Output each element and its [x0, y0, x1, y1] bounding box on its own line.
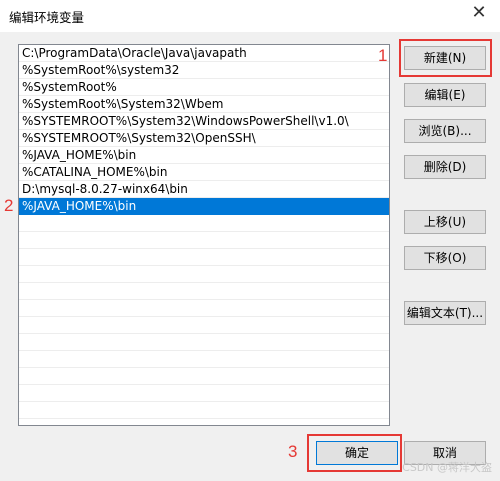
edit-text-button[interactable]: 编辑文本(T)...: [404, 301, 486, 325]
move-down-button[interactable]: 下移(O): [404, 246, 486, 270]
annotation-1: 1: [378, 46, 388, 65]
path-list[interactable]: C:\ProgramData\Oracle\Java\javapath %Syst…: [18, 44, 390, 426]
list-item[interactable]: C:\ProgramData\Oracle\Java\javapath: [19, 45, 389, 62]
watermark: CSDN @蒋洋大盗: [402, 461, 492, 474]
delete-button[interactable]: 删除(D): [404, 155, 486, 179]
list-item[interactable]: %SystemRoot%: [19, 79, 389, 96]
empty-row: [19, 402, 389, 419]
list-item[interactable]: %JAVA_HOME%\bin: [19, 198, 389, 215]
empty-row: [19, 249, 389, 266]
list-item[interactable]: %SystemRoot%\system32: [19, 62, 389, 79]
title-bar: 编辑环境变量 ✕: [0, 0, 500, 32]
empty-row: [19, 283, 389, 300]
list-item[interactable]: D:\mysql-8.0.27-winx64\bin: [19, 181, 389, 198]
empty-row: [19, 317, 389, 334]
ok-button[interactable]: 确定: [316, 441, 398, 465]
empty-row: [19, 232, 389, 249]
annotation-2: 2: [4, 196, 14, 215]
edit-button[interactable]: 编辑(E): [404, 83, 486, 107]
list-item[interactable]: %SYSTEMROOT%\System32\OpenSSH\: [19, 130, 389, 147]
browse-button[interactable]: 浏览(B)...: [404, 119, 486, 143]
move-up-button[interactable]: 上移(U): [404, 210, 486, 234]
empty-row: [19, 351, 389, 368]
new-button[interactable]: 新建(N): [404, 46, 486, 70]
list-item[interactable]: %JAVA_HOME%\bin: [19, 147, 389, 164]
close-icon[interactable]: ✕: [468, 2, 490, 24]
empty-row: [19, 334, 389, 351]
window-title: 编辑环境变量: [9, 10, 85, 25]
list-item[interactable]: %CATALINA_HOME%\bin: [19, 164, 389, 181]
list-item[interactable]: %SystemRoot%\System32\Wbem: [19, 96, 389, 113]
empty-row: [19, 215, 389, 232]
empty-row: [19, 266, 389, 283]
empty-row: [19, 300, 389, 317]
empty-row: [19, 368, 389, 385]
empty-row: [19, 385, 389, 402]
list-item[interactable]: %SYSTEMROOT%\System32\WindowsPowerShell\…: [19, 113, 389, 130]
annotation-3: 3: [288, 442, 298, 461]
